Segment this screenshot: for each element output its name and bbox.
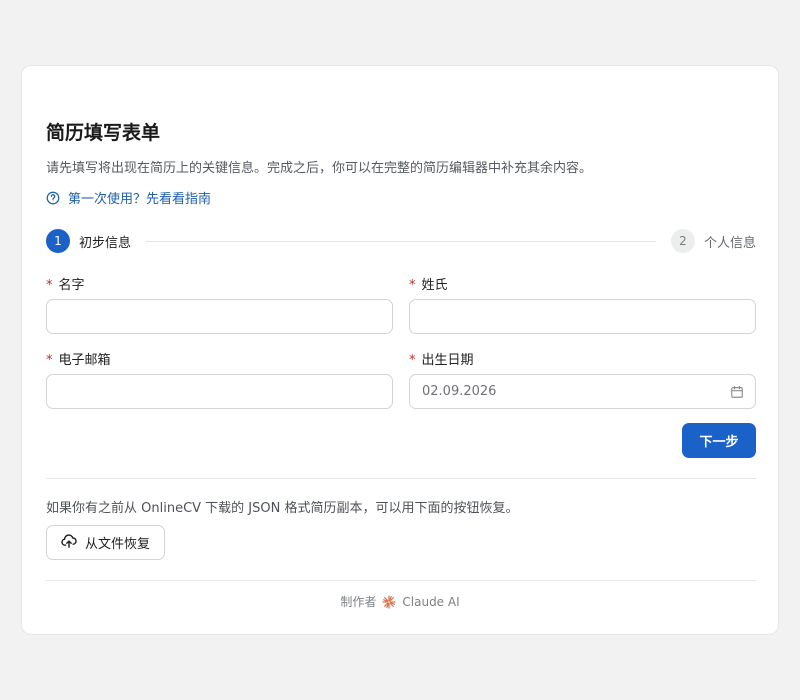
required-mark: * [46, 353, 53, 368]
birth-date-field: 02.09.2026 [409, 374, 756, 409]
last-name-label: * 姓氏 [409, 274, 756, 293]
restore-description: 如果你有之前从 OnlineCV 下载的 JSON 格式简历副本，可以用下面的按… [46, 501, 519, 516]
step-2: 2 个人信息 [670, 229, 756, 253]
stepper: 1 初步信息 2 个人信息 [46, 229, 756, 253]
step-1: 1 初步信息 [46, 229, 131, 253]
birth-date-group: * 出生日期 02.09.2026 [409, 349, 756, 409]
email-input[interactable] [46, 374, 393, 409]
footer-credit: 制作者 Claude AI [22, 593, 778, 610]
restore-from-file-button[interactable]: 从文件恢复 [46, 525, 166, 560]
restore-button-label: 从文件恢复 [85, 537, 151, 552]
page-title: 简历填写表单 [46, 122, 161, 144]
birth-date-label: * 出生日期 [409, 349, 756, 368]
footer-author: Claude AI [402, 594, 460, 609]
birth-date-input[interactable]: 02.09.2026 [409, 374, 756, 409]
required-mark: * [409, 353, 416, 368]
required-mark: * [46, 278, 53, 293]
required-mark: * [409, 278, 416, 293]
birth-date-value: 02.09.2026 [422, 384, 497, 399]
step-2-number: 2 [670, 229, 695, 253]
next-button[interactable]: 下一步 [682, 423, 756, 458]
step-2-label: 个人信息 [703, 235, 756, 251]
first-name-label-text: 名字 [58, 278, 85, 293]
guide-link[interactable]: 第一次使用？先看看指南 [46, 188, 211, 207]
email-group: * 电子邮箱 [46, 349, 393, 409]
step-1-number: 1 [46, 229, 70, 253]
guide-link-label: 第一次使用？先看看指南 [68, 192, 212, 207]
first-name-input[interactable] [46, 299, 393, 334]
email-label: * 电子邮箱 [46, 349, 393, 368]
resume-form-card: 简历填写表单 请先填写将出现在简历上的关键信息。完成之后，你可以在完整的简历编辑… [21, 65, 779, 635]
help-circle-icon [46, 191, 60, 205]
first-name-label: * 名字 [46, 274, 393, 293]
first-name-group: * 名字 [46, 274, 393, 334]
page-subtitle: 请先填写将出现在简历上的关键信息。完成之后，你可以在完整的简历编辑器中补充其余内… [46, 161, 593, 176]
last-name-input[interactable] [409, 299, 756, 334]
calendar-icon[interactable] [730, 384, 744, 403]
last-name-label-text: 姓氏 [421, 278, 448, 293]
footer-prefix: 制作者 [340, 595, 377, 609]
divider [46, 580, 756, 581]
cloud-upload-icon [61, 533, 77, 553]
email-label-text: 电子邮箱 [58, 353, 111, 368]
stepper-connector [146, 241, 656, 242]
last-name-group: * 姓氏 [409, 274, 756, 334]
step-1-label: 初步信息 [79, 235, 132, 251]
divider [46, 478, 756, 479]
birth-date-label-text: 出生日期 [421, 353, 474, 368]
claude-spark-icon [382, 594, 396, 609]
